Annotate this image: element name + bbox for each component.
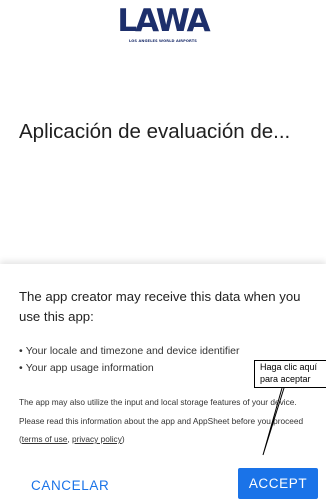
bullet-usage: • Your app usage information [19, 360, 240, 377]
app-title: Aplicación de evaluación de... [19, 120, 291, 143]
data-bullet-list: • Your locale and timezone and device ide… [19, 343, 240, 377]
consent-heading: The app creator may receive this data wh… [19, 289, 301, 324]
splash-screen: LAWA LOS ANGELES WORLD AIRPORTS Aplicaci… [0, 0, 326, 262]
bullet-dot: • [19, 362, 23, 374]
bullet-locale: • Your locale and timezone and device ide… [19, 343, 240, 360]
tooltip-line-1: Haga clic aquí [260, 362, 318, 372]
logo-mark: LAWA [117, 3, 210, 39]
privacy-policy-link[interactable]: privacy policy [72, 434, 122, 444]
accept-button[interactable]: ACCEPT [238, 468, 318, 499]
callout-tooltip: Haga clic aquí para aceptar [254, 360, 326, 388]
terms-of-use-link[interactable]: terms of use [22, 434, 68, 444]
consent-disclaimer: The app may also utilize the input and l… [19, 393, 311, 449]
lawa-logo: LAWA LOS ANGELES WORLD AIRPORTS [113, 3, 213, 44]
logo-subtitle: LOS ANGELES WORLD AIRPORTS [129, 39, 197, 43]
disclaimer-close: ) [121, 434, 125, 444]
bullet-locale-text: Your locale and timezone and device iden… [25, 345, 240, 357]
bullet-dot: • [19, 345, 23, 357]
bullet-usage-text: Your app usage information [25, 362, 154, 374]
cancel-button[interactable]: CANCELAR [31, 478, 109, 493]
tooltip-line-2: para aceptar [260, 373, 311, 384]
